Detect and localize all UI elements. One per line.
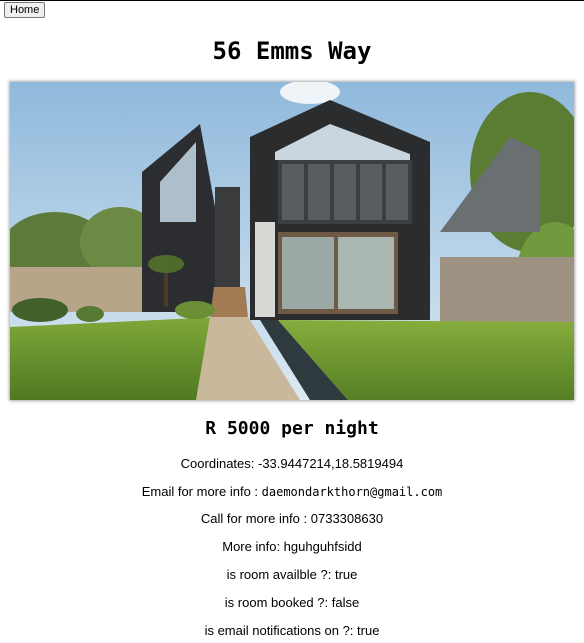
coordinates-value: -33.9447214,18.5819494 bbox=[258, 456, 404, 471]
price-heading: R 5000 per night bbox=[205, 418, 379, 439]
availability-label: is room availble ?: bbox=[226, 567, 335, 582]
email-label: Email for more info : bbox=[141, 484, 262, 499]
coordinates-line: Coordinates: -33.9447214,18.5819494 bbox=[0, 456, 584, 472]
availability-value: true bbox=[334, 567, 358, 582]
page-title: 56 Emms Way bbox=[212, 37, 372, 65]
more-info-label: More info: bbox=[222, 539, 284, 554]
more-info-value: hguhguhfsidd bbox=[283, 539, 362, 554]
phone-line: Call for more info : 0733308630 bbox=[0, 511, 584, 527]
coordinates-label: Coordinates: bbox=[180, 456, 258, 471]
phone-value: 0733308630 bbox=[310, 511, 384, 526]
notifications-value: true bbox=[357, 623, 380, 638]
email-value: daemondarkthorn@gmail.com bbox=[261, 485, 443, 499]
phone-label: Call for more info : bbox=[200, 511, 311, 526]
booked-label: is room booked ?: bbox=[224, 595, 332, 610]
notifications-line: is email notifications on ?: true bbox=[0, 623, 584, 639]
booked-value: false bbox=[331, 595, 360, 610]
notifications-label: is email notifications on ?: bbox=[204, 623, 358, 638]
email-line: Email for more info : daemondarkthorn@gm… bbox=[0, 484, 584, 500]
top-border bbox=[0, 0, 584, 1]
availability-line: is room availble ?: true bbox=[0, 567, 584, 583]
more-info-line: More info: hguhguhfsidd bbox=[0, 539, 584, 555]
listing-photo bbox=[10, 82, 574, 400]
home-button[interactable]: Home bbox=[4, 2, 46, 18]
booked-line: is room booked ?: false bbox=[0, 595, 584, 611]
